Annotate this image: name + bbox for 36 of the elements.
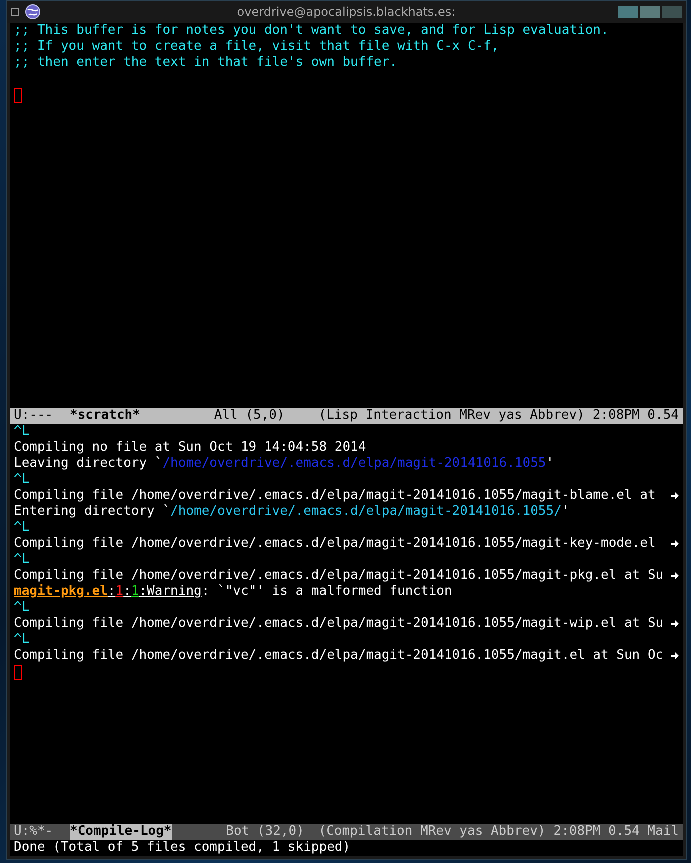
form-feed-mark: ^L bbox=[14, 424, 30, 440]
text-cursor bbox=[14, 665, 22, 680]
window-title: overdrive@apocalipsis.blackhats.es: bbox=[237, 5, 456, 19]
form-feed-mark: ^L bbox=[14, 472, 30, 488]
comment-line: ;; If you want to create a file, visit that file with C-x C-f, bbox=[14, 39, 500, 55]
time-and-load: 2:08PM 0.54 bbox=[592, 408, 679, 424]
window-menu-button[interactable] bbox=[11, 8, 19, 16]
log-line: Compiling file /home/overdrive/.emacs.d/elpa/magit-20141016.1055/magit.el at Sun Oc bbox=[14, 648, 664, 664]
form-feed-mark: ^L bbox=[14, 600, 30, 616]
form-feed-mark: ^L bbox=[14, 552, 30, 568]
log-line: Entering directory `/home/overdrive/.emacs.d/elpa/magit-20141016.1055/' bbox=[14, 504, 570, 520]
buffer-name[interactable]: *scratch* bbox=[70, 408, 140, 424]
close-button[interactable] bbox=[662, 6, 682, 18]
echo-area-message: Done (Total of 5 files compiled, 1 skipped) bbox=[13, 840, 352, 856]
buffer-state: U:--- bbox=[14, 408, 54, 424]
form-feed-mark: ^L bbox=[14, 520, 30, 536]
log-line: magit-pkg.el:1:1:Warning: `"vc"' is a malformed function bbox=[14, 584, 452, 600]
buffer-position: Bot (32,0) bbox=[226, 824, 304, 840]
log-line: Compiling file /home/overdrive/.emacs.d/elpa/magit-20141016.1055/magit-pkg.el at Su bbox=[14, 568, 664, 584]
comment-line: ;; This buffer is for notes you don't want to save, and for Lisp evaluation. bbox=[14, 23, 609, 39]
text-cursor bbox=[14, 88, 22, 103]
buffer-state: U:%*- bbox=[14, 824, 54, 840]
globe-icon bbox=[25, 4, 41, 20]
minimize-button[interactable] bbox=[618, 6, 638, 18]
major-minor-modes: (Compilation MRev yas Abbrev) bbox=[318, 824, 546, 840]
log-line: Compiling file /home/overdrive/.emacs.d/elpa/magit-20141016.1055/magit-wip.el at Su bbox=[14, 616, 664, 632]
log-line: Compiling file /home/overdrive/.emacs.d/elpa/magit-20141016.1055/magit-blame.el at bbox=[14, 488, 657, 504]
maximize-button[interactable] bbox=[640, 6, 660, 18]
comment-line: ;; then enter the text in that file's own buffer. bbox=[14, 55, 398, 71]
log-line: Compiling no file at Sun Oct 19 14:04:58 2014 bbox=[14, 440, 366, 456]
buffer-position: All (5,0) bbox=[214, 408, 285, 424]
time-and-load: 2:08PM 0.54 Mail bbox=[554, 824, 679, 840]
form-feed-mark: ^L bbox=[14, 632, 30, 648]
major-minor-modes: (Lisp Interaction MRev yas Abbrev) bbox=[318, 408, 585, 424]
log-line: Leaving directory `/home/overdrive/.emacs.d/elpa/magit-20141016.1055' bbox=[14, 456, 554, 472]
log-line: Compiling file /home/overdrive/.emacs.d/elpa/magit-20141016.1055/magit-key-mode.el bbox=[14, 536, 657, 552]
